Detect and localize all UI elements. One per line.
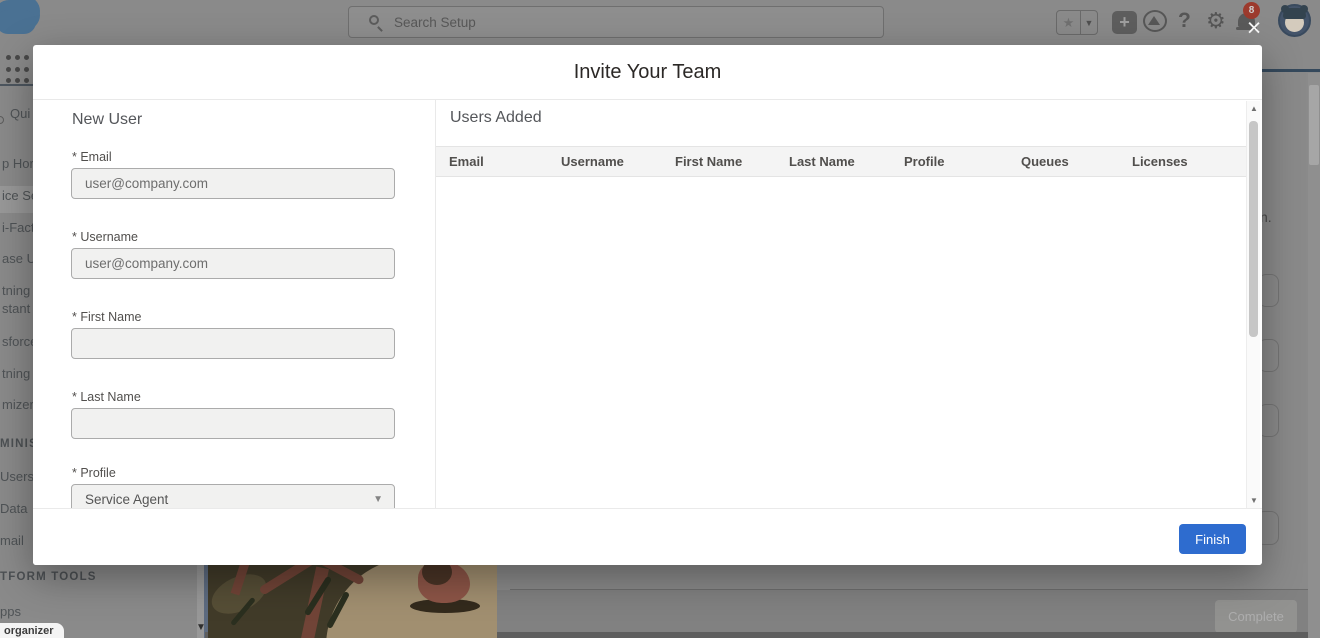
browser-scrollbar-thumb[interactable] [1309,85,1319,165]
global-actions-plus-icon[interactable]: + [1112,11,1137,34]
last-name-label: * Last Name [72,390,141,404]
profile-label: * Profile [72,466,116,480]
sidebar-item-optimizer[interactable]: mizer [2,397,34,412]
illustration-branch [258,565,315,596]
salesforce-logo-icon [0,0,40,30]
email-label: * Email [72,150,112,164]
invite-your-team-modal: Invite Your Team New User * Email * User… [33,45,1262,565]
modal-scrollbar-thumb[interactable] [1249,121,1258,337]
modal-header: Invite Your Team [33,45,1262,100]
email-field[interactable] [71,168,395,199]
col-username: Username [561,154,624,169]
setup-search-input[interactable]: Search Setup [348,6,884,38]
last-name-field[interactable] [71,408,395,439]
gear-icon[interactable]: ⚙ [1206,8,1226,34]
trailhead-icon[interactable] [1143,10,1167,32]
avatar[interactable] [1278,4,1311,37]
sidebar-item-multi-factor[interactable]: i-Fact [2,220,35,235]
sidebar-quick-find[interactable]: Qui [10,106,30,121]
sidebar-item-email[interactable]: mail [0,533,24,548]
sidebar-item-lightning-line2[interactable]: stant [2,301,30,316]
username-field[interactable] [71,248,395,279]
scroll-down-icon[interactable]: ▼ [1250,496,1258,505]
modal-scrollbar[interactable]: ▲ ▼ [1246,101,1260,508]
col-licenses: Licenses [1132,154,1188,169]
sidebar-item-release-updates[interactable]: ase U [2,251,36,266]
favorites-star-icon[interactable]: ★ [1056,10,1081,35]
first-name-label: * First Name [72,310,141,324]
sidebar-item-data[interactable]: Data [0,501,27,516]
search-icon [369,15,379,25]
new-user-heading: New User [72,111,142,129]
tab-bar-border [1258,69,1320,72]
sidebar-section-platform-tools: TFORM TOOLS [0,571,97,583]
browser-link-tooltip: organizer [0,623,64,638]
finish-button[interactable]: Finish [1179,524,1246,554]
sidebar-item-lightning-line1[interactable]: tning [2,283,30,298]
scroll-up-icon[interactable]: ▲ [1250,104,1258,113]
quick-find-search-icon [0,116,4,124]
modal-footer: Finish [33,508,1262,565]
sidebar-item-apps[interactable]: pps [0,604,21,619]
col-profile: Profile [904,154,944,169]
background-footer [497,590,1320,632]
users-added-heading: Users Added [450,109,542,127]
complete-button[interactable]: Complete [1215,600,1297,633]
col-first-name: First Name [675,154,742,169]
help-icon[interactable]: ? [1178,9,1191,33]
favorites-dropdown-icon[interactable]: ▼ [1080,10,1098,35]
app-launcher-waffle-icon[interactable] [6,55,30,87]
profile-selected-value: Service Agent [85,492,168,507]
sidebar-item-users[interactable]: Users [0,469,34,484]
chevron-down-icon: ▼ [373,494,383,505]
col-last-name: Last Name [789,154,855,169]
first-name-field[interactable] [71,328,395,359]
search-placeholder: Search Setup [394,15,476,30]
background-footer-divider [510,589,1320,590]
users-table-header-row: Email Username First Name Last Name Prof… [436,146,1246,177]
modal-title: Invite Your Team [33,61,1262,84]
sidebar-item-lightning[interactable]: tning [2,366,30,381]
sidebar-item-setup-home[interactable]: p Hor [2,156,34,171]
col-queues: Queues [1021,154,1069,169]
close-icon[interactable]: × [1242,16,1266,40]
username-label: * Username [72,230,138,244]
setup-illustration [208,565,497,638]
app-window: Search Setup ★ ▼ + ? ⚙ 8 Qui p Hor ice S… [0,0,1320,638]
col-email: Email [449,154,484,169]
avatar-hat [1283,8,1306,19]
